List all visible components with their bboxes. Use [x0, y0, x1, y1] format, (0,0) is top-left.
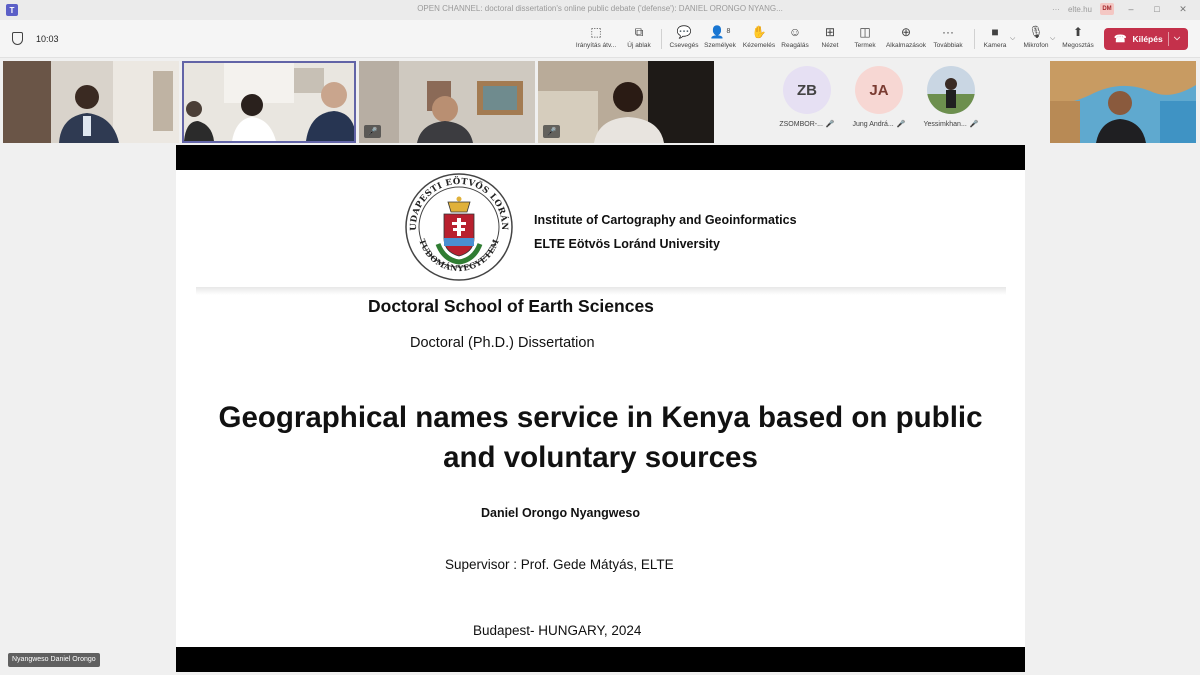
- view-label: Nézet: [821, 42, 839, 49]
- apps-icon: ⊕: [900, 25, 912, 39]
- dissertation-title: Geographical names service in Kenya base…: [176, 398, 1025, 478]
- shield-icon: [12, 32, 23, 45]
- camera-icon: ■: [991, 25, 999, 39]
- shared-screen: BUDAPESTI EÖTVÖS LORÁND TUDOMÁNYEGYETEM …: [176, 145, 1025, 672]
- participant-video: [538, 61, 714, 143]
- meeting-timer: 10:03: [36, 34, 59, 44]
- title-line: and voluntary sources: [443, 441, 758, 474]
- video-tile[interactable]: 🎤: [359, 61, 535, 143]
- participant-video: [184, 63, 354, 141]
- video-tile[interactable]: [3, 61, 179, 143]
- participant-name: Jung Andrá...: [852, 120, 894, 128]
- meeting-toolbar: 10:03 ⬚ Irányítás átv... ⧉ Új ablak 💬 Cs…: [0, 20, 1200, 58]
- minimize-icon[interactable]: –: [1122, 4, 1140, 14]
- mic-off-icon: 🎙: [1028, 25, 1044, 39]
- hang-up-icon: ☎: [1114, 33, 1127, 45]
- people-icon: 👤: [709, 25, 725, 39]
- close-icon[interactable]: ✕: [1174, 4, 1192, 15]
- avatar-photo: [927, 66, 975, 114]
- avatar: JA: [855, 66, 903, 114]
- muted-mic-icon: 🎤: [969, 121, 979, 128]
- leave-button[interactable]: ☎ Kilépés ⌵: [1104, 28, 1188, 50]
- raise-hand-icon: ✋: [751, 25, 767, 39]
- presentation-slide: BUDAPESTI EÖTVÖS LORÁND TUDOMÁNYEGYETEM …: [176, 170, 1025, 647]
- doctoral-school: Doctoral School of Earth Sciences: [368, 296, 654, 316]
- take-control-icon: ⬚: [590, 25, 602, 39]
- participant-avatar-tile[interactable]: Yessimkhan... 🎤: [916, 66, 986, 128]
- maximize-icon[interactable]: □: [1148, 4, 1166, 14]
- people-label: Személyek: [704, 42, 736, 49]
- muted-mic-icon: 🎤: [896, 121, 906, 128]
- participant-name: Yessimkhan...: [923, 120, 967, 128]
- author-name: Daniel Orongo Nyangweso: [480, 506, 641, 520]
- share-icon: ⬆: [1072, 25, 1084, 39]
- participant-video: [359, 61, 535, 143]
- more-options-icon[interactable]: ···: [1052, 5, 1060, 14]
- more-button[interactable]: ··· Továbbiak: [923, 25, 973, 49]
- share-label: Megosztás: [1062, 42, 1094, 49]
- video-tile-active-speaker[interactable]: [182, 61, 356, 143]
- user-avatar[interactable]: DM: [1100, 3, 1114, 15]
- react-icon: ☺: [788, 25, 802, 39]
- more-label: Továbbiak: [933, 42, 963, 49]
- participant-video: [1050, 61, 1196, 143]
- mic-label: Mikrofon: [1023, 42, 1049, 49]
- view-icon: ⊞: [824, 25, 836, 39]
- take-control-label: Irányítás átv...: [575, 42, 617, 49]
- university-name: ELTE Eötvös Loránd University: [534, 237, 720, 251]
- leave-options-chevron-icon[interactable]: ⌵: [1174, 33, 1180, 43]
- institute-name: Institute of Cartography and Geoinformat…: [534, 213, 797, 227]
- avatar: [927, 66, 975, 114]
- participant-avatar-tile[interactable]: ZB ZSOMBOR-... 🎤: [772, 66, 842, 128]
- place-year: Budapest- HUNGARY, 2024: [473, 623, 642, 638]
- muted-mic-icon: 🎤: [825, 121, 835, 128]
- dissertation-type: Doctoral (Ph.D.) Dissertation: [410, 335, 595, 351]
- share-button[interactable]: ⬆ Megosztás: [1053, 25, 1103, 49]
- institute-header: Institute of Cartography and Geoinformat…: [534, 208, 797, 256]
- camera-label: Kamera: [983, 42, 1007, 49]
- university-seal-logo: BUDAPESTI EÖTVÖS LORÁND TUDOMÁNYEGYETEM: [404, 172, 513, 281]
- rooms-icon: ◫: [859, 25, 871, 39]
- participant-video: [3, 61, 179, 143]
- presenter-name-tag: Nyangweso Daniel Orongo: [8, 653, 100, 667]
- leave-divider: [1168, 32, 1169, 46]
- video-tile[interactable]: [1050, 61, 1196, 143]
- supervisor: Supervisor : Prof. Gede Mátyás, ELTE: [445, 557, 674, 572]
- participant-avatar-tile[interactable]: JA Jung Andrá... 🎤: [844, 66, 914, 128]
- teams-logo-icon: T: [6, 4, 18, 16]
- apps-label: Alkalmazások: [885, 42, 927, 49]
- title-bar: T OPEN CHANNEL: doctoral dissertation's …: [0, 0, 1200, 20]
- more-icon: ···: [942, 25, 954, 39]
- muted-mic-icon: 🎤: [543, 125, 560, 138]
- new-window-icon: ⧉: [634, 25, 644, 39]
- account-org[interactable]: elte.hu: [1068, 5, 1092, 14]
- rooms-label: Termek: [854, 42, 876, 49]
- title-line: Geographical names service in Kenya base…: [218, 401, 983, 434]
- window-title: OPEN CHANNEL: doctoral dissertation's on…: [417, 4, 783, 13]
- video-tile[interactable]: 🎤: [538, 61, 714, 143]
- new-window-button[interactable]: ⧉ Új ablak: [614, 25, 664, 49]
- chat-icon: 💬: [676, 25, 692, 39]
- header-divider: [196, 287, 1006, 295]
- participant-name: ZSOMBOR-...: [779, 120, 823, 128]
- leave-label: Kilépés: [1132, 34, 1163, 44]
- participant-count: 8: [726, 28, 731, 35]
- new-window-label: Új ablak: [627, 42, 651, 49]
- avatar: ZB: [783, 66, 831, 114]
- muted-mic-icon: 🎤: [364, 125, 381, 138]
